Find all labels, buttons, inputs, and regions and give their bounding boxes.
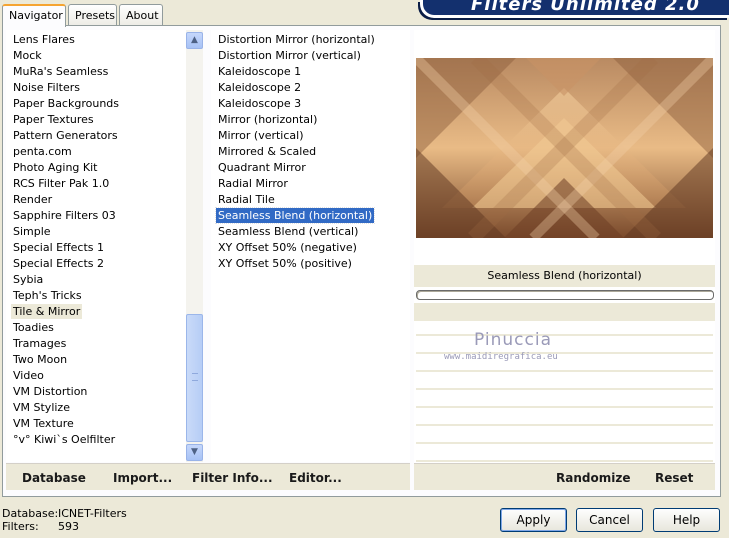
filter-list-item[interactable]: Radial Mirror bbox=[216, 176, 290, 191]
filter-list-item[interactable]: Mirror (horizontal) bbox=[216, 112, 319, 127]
category-list-item[interactable]: Noise Filters bbox=[11, 80, 82, 95]
category-list-item[interactable]: Lens Flares bbox=[11, 32, 77, 47]
filter-list[interactable]: Distortion Mirror (horizontal) Distortion… bbox=[211, 30, 410, 462]
category-list-item[interactable]: VM Stylize bbox=[11, 400, 72, 415]
category-list-item[interactable]: Tile & Mirror bbox=[11, 304, 83, 319]
filter-list-item[interactable]: Distortion Mirror (horizontal) bbox=[216, 32, 377, 47]
category-scrollbar[interactable]: ▲ ▼ bbox=[186, 30, 203, 462]
preview-image bbox=[416, 58, 713, 238]
parameter-area bbox=[414, 303, 715, 463]
cancel-button[interactable]: Cancel bbox=[576, 508, 643, 532]
param-row bbox=[416, 411, 713, 426]
filter-list-item[interactable]: Seamless Blend (vertical) bbox=[216, 224, 360, 239]
category-list-item[interactable]: Video bbox=[11, 368, 46, 383]
category-list-item[interactable]: Sybia bbox=[11, 272, 45, 287]
param-row bbox=[416, 447, 713, 462]
filter-list-item[interactable]: Seamless Blend (horizontal) bbox=[214, 207, 376, 224]
param-row bbox=[416, 321, 713, 336]
category-list-item[interactable]: Toadies bbox=[11, 320, 56, 335]
filters-count: 593 bbox=[58, 520, 79, 533]
scrollbar-thumb[interactable] bbox=[186, 314, 203, 442]
category-list-item[interactable]: Special Effects 2 bbox=[11, 256, 106, 271]
database-label: Database: bbox=[2, 507, 59, 520]
category-list-item[interactable]: Photo Aging Kit bbox=[11, 160, 99, 175]
database-value: ICNET-Filters bbox=[58, 507, 127, 520]
category-list[interactable]: Lens Flares Mock MuRa's Seamless Noise Filt… bbox=[6, 30, 203, 462]
editor-button[interactable]: Editor... bbox=[289, 471, 342, 485]
filters-label: Filters: bbox=[2, 520, 39, 533]
filter-list-item[interactable]: XY Offset 50% (positive) bbox=[216, 256, 354, 271]
param-row bbox=[416, 375, 713, 390]
filter-list-item[interactable]: Kaleidoscope 1 bbox=[216, 64, 303, 79]
category-list-item[interactable]: Two Moon bbox=[11, 352, 69, 367]
category-list-item[interactable]: Render bbox=[11, 192, 54, 207]
category-list-item[interactable]: penta.com bbox=[11, 144, 74, 159]
category-list-item[interactable]: °v° Kiwi`s Oelfilter bbox=[11, 432, 117, 447]
tab-presets[interactable]: Presets bbox=[68, 4, 117, 26]
scroll-up-icon[interactable]: ▲ bbox=[186, 32, 203, 49]
filter-list-item[interactable]: Mirrored & Scaled bbox=[216, 144, 318, 159]
reset-button[interactable]: Reset bbox=[655, 471, 693, 485]
preview-filter-name: Seamless Blend (horizontal) bbox=[414, 265, 715, 287]
randomize-button[interactable]: Randomize bbox=[556, 471, 630, 485]
category-list-item[interactable]: Simple bbox=[11, 224, 53, 239]
right-action-bar: Randomize Reset bbox=[414, 463, 715, 490]
import-button[interactable]: Import... bbox=[113, 471, 172, 485]
category-list-item[interactable]: VM Distortion bbox=[11, 384, 89, 399]
category-list-item[interactable]: Sapphire Filters 03 bbox=[11, 208, 118, 223]
category-list-item[interactable]: Paper Textures bbox=[11, 112, 96, 127]
watermark-name: Pinuccia bbox=[474, 330, 552, 350]
filter-list-item[interactable]: Quadrant Mirror bbox=[216, 160, 308, 175]
category-list-item[interactable]: Mock bbox=[11, 48, 44, 63]
param-row bbox=[416, 429, 713, 444]
category-list-item[interactable]: RCS Filter Pak 1.0 bbox=[11, 176, 111, 191]
category-list-item[interactable]: Pattern Generators bbox=[11, 128, 120, 143]
category-list-item[interactable]: Tramages bbox=[11, 336, 68, 351]
filter-list-item[interactable]: Kaleidoscope 2 bbox=[216, 80, 303, 95]
category-list-item[interactable]: Teph's Tricks bbox=[11, 288, 84, 303]
apply-button[interactable]: Apply bbox=[500, 508, 567, 532]
category-list-item[interactable]: VM Texture bbox=[11, 416, 76, 431]
preview-graphic bbox=[416, 58, 713, 238]
help-button[interactable]: Help bbox=[653, 508, 720, 532]
param-row bbox=[416, 393, 713, 408]
filter-list-item[interactable]: Mirror (vertical) bbox=[216, 128, 306, 143]
filter-info-button[interactable]: Filter Info... bbox=[192, 471, 273, 485]
progress-track bbox=[416, 290, 714, 300]
brand-banner: Filters Unlimited 2.0 bbox=[420, 0, 729, 18]
tab-navigator[interactable]: Navigator bbox=[2, 4, 66, 27]
tab-about[interactable]: About bbox=[119, 4, 163, 26]
filter-list-item[interactable]: Distortion Mirror (vertical) bbox=[216, 48, 363, 63]
scroll-down-icon[interactable]: ▼ bbox=[186, 444, 203, 461]
grip-icon bbox=[192, 373, 198, 381]
watermark-url: www.maidiregrafica.eu bbox=[444, 352, 558, 362]
category-list-item[interactable]: Special Effects 1 bbox=[11, 240, 106, 255]
category-list-item[interactable]: Paper Backgrounds bbox=[11, 96, 121, 111]
filter-list-item[interactable]: XY Offset 50% (negative) bbox=[216, 240, 359, 255]
category-list-item[interactable]: MuRa's Seamless bbox=[11, 64, 110, 79]
filter-list-item[interactable]: Radial Tile bbox=[216, 192, 277, 207]
left-action-bar: Database Import... Filter Info... Editor… bbox=[6, 463, 410, 490]
filter-list-item[interactable]: Kaleidoscope 3 bbox=[216, 96, 303, 111]
banner-title: Filters Unlimited 2.0 bbox=[471, 0, 700, 15]
database-button[interactable]: Database bbox=[22, 471, 86, 485]
